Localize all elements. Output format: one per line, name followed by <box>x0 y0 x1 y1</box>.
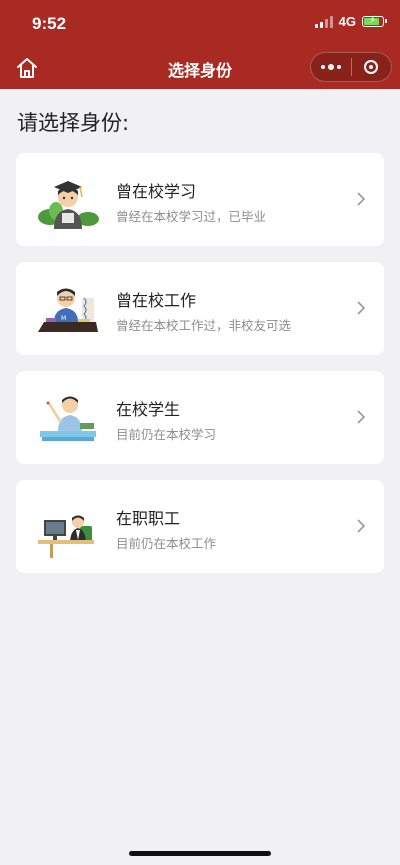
option-subtitle: 目前仍在本校工作 <box>116 536 217 551</box>
miniprogram-capsule <box>310 52 392 82</box>
close-button[interactable] <box>351 52 391 82</box>
graduate-illustration-icon <box>38 181 99 229</box>
battery-icon: ⚡ <box>362 15 387 27</box>
former-staff-illustration-icon: M <box>38 288 98 332</box>
option-card-graduate[interactable]: 曾在校学习 曾经在本校学习过，已毕业 <box>16 153 384 246</box>
student-illustration-icon <box>40 396 96 441</box>
option-title: 在校学生 <box>116 400 181 419</box>
status-time: 9:52 <box>32 14 67 33</box>
network-label: 4G <box>338 14 356 29</box>
chevron-right-icon <box>357 519 366 533</box>
signal-icon <box>314 15 333 28</box>
option-title: 在职职工 <box>116 509 181 528</box>
option-card-current-employee[interactable]: 在职职工 目前仍在本校工作 <box>16 480 384 573</box>
chevron-right-icon <box>357 410 366 424</box>
svg-text:M: M <box>61 315 66 322</box>
option-subtitle: 曾经在本校工作过，非校友可选 <box>116 318 292 333</box>
option-subtitle: 目前仍在本校学习 <box>116 427 217 442</box>
home-indicator <box>129 851 271 856</box>
section-heading: 请选择身份: <box>17 111 130 135</box>
more-button[interactable] <box>311 52 351 82</box>
option-title: 曾在校工作 <box>116 291 197 310</box>
employee-illustration-icon <box>38 515 94 558</box>
option-title: 曾在校学习 <box>116 182 197 201</box>
status-indicators: 4G ⚡ <box>314 14 387 29</box>
chevron-right-icon <box>357 301 366 315</box>
option-card-former-staff[interactable]: M 曾在校工作 曾经在本校工作过，非校友可选 <box>16 262 384 355</box>
option-subtitle: 曾经在本校学习过，已毕业 <box>116 209 267 224</box>
option-card-current-student[interactable]: 在校学生 目前仍在本校学习 <box>16 371 384 464</box>
close-icon <box>364 60 379 74</box>
header-bar: 9:52 4G ⚡ 选择身份 <box>0 0 400 89</box>
chevron-right-icon <box>357 192 366 206</box>
